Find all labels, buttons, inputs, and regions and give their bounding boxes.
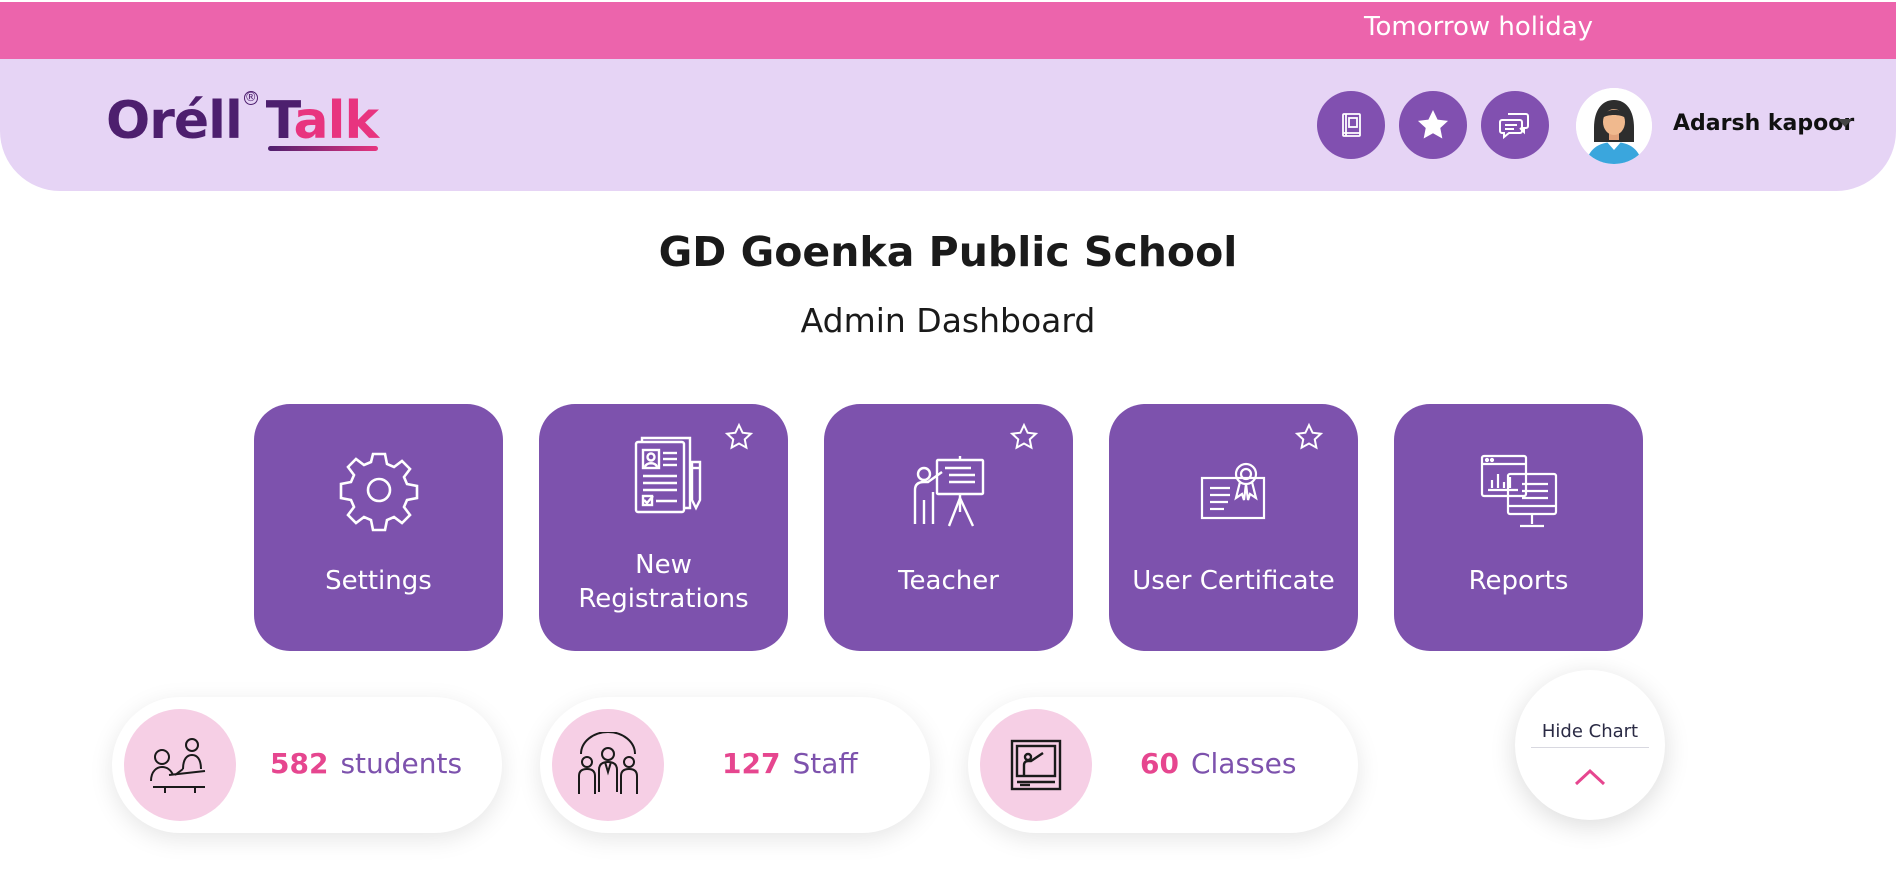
stat-staff-value: 127 — [722, 747, 781, 780]
book-button[interactable] — [1317, 91, 1385, 159]
stat-staff-label: Staff — [792, 747, 858, 780]
staff-group-icon — [578, 732, 638, 794]
star-icon — [1417, 109, 1449, 139]
classroom-board-icon — [1010, 739, 1062, 791]
user-avatar[interactable] — [1576, 88, 1652, 164]
tile-new-registrations-label: New Registrations — [578, 550, 749, 614]
stat-card-classes[interactable]: 60 Classes — [968, 697, 1358, 833]
stat-card-staff[interactable]: 127 Staff — [540, 697, 930, 833]
hide-chart-divider — [1531, 747, 1649, 748]
stat-card-students[interactable]: 582 students — [112, 697, 502, 833]
tile-user-certificate[interactable]: User Certificate — [1109, 404, 1358, 651]
page-title: Admin Dashboard — [800, 301, 1096, 340]
tile-reports-label: Reports — [1468, 566, 1569, 596]
messages-button[interactable] — [1481, 91, 1549, 159]
tile-user-certificate-label: User Certificate — [1132, 566, 1335, 596]
avatar-icon — [1576, 88, 1652, 164]
registered-mark: ® — [243, 90, 258, 105]
ticker-message: Tomorrow holiday — [1364, 12, 1594, 42]
students-desk-icon — [150, 738, 206, 793]
announcement-ticker: Tomorrow holiday — [0, 2, 1896, 59]
tile-reports[interactable]: Reports — [1394, 404, 1643, 651]
stat-students-value: 582 — [270, 747, 329, 780]
tile-teacher-label: Teacher — [898, 566, 999, 596]
user-name[interactable]: Adarsh kapoor — [1673, 111, 1854, 136]
school-name: GD Goenka Public School — [658, 228, 1238, 276]
logo-text-orell: Oréll — [106, 91, 243, 151]
stat-classes-value: 60 — [1140, 747, 1179, 780]
stat-classes-text: 60 Classes — [1140, 747, 1296, 780]
orell-talk-logo[interactable]: Oréll ® Talk — [106, 81, 379, 161]
favorites-button[interactable] — [1399, 91, 1467, 159]
favorite-star-icon[interactable] — [1009, 422, 1039, 452]
user-menu-dropdown-icon[interactable] — [1838, 119, 1852, 127]
reports-monitor-icon — [1480, 454, 1557, 528]
stat-staff-text: 127 Staff — [722, 747, 858, 780]
stat-students-text: 582 students — [270, 747, 462, 780]
logo-text-talk: Talk — [265, 91, 379, 151]
hide-chart-label: Hide Chart — [1541, 721, 1639, 742]
registration-form-icon — [634, 436, 701, 514]
chevron-up-icon — [1574, 768, 1606, 786]
book-icon — [1342, 113, 1361, 137]
certificate-icon — [1200, 462, 1265, 520]
stat-students-label: students — [340, 747, 463, 780]
tile-settings[interactable]: Settings — [254, 404, 503, 651]
chat-icon — [1499, 113, 1529, 140]
hide-chart-button[interactable]: Hide Chart — [1515, 670, 1665, 820]
gear-icon — [339, 452, 418, 532]
top-header: Oréll ® Talk Adarsh kapoor — [0, 59, 1896, 191]
favorite-star-icon[interactable] — [1294, 422, 1324, 452]
tile-new-registrations[interactable]: New Registrations — [539, 404, 788, 651]
tile-teacher[interactable]: Teacher — [824, 404, 1073, 651]
teacher-presentation-icon — [913, 456, 984, 527]
tile-settings-label: Settings — [325, 566, 432, 596]
stat-classes-label: Classes — [1190, 747, 1297, 780]
